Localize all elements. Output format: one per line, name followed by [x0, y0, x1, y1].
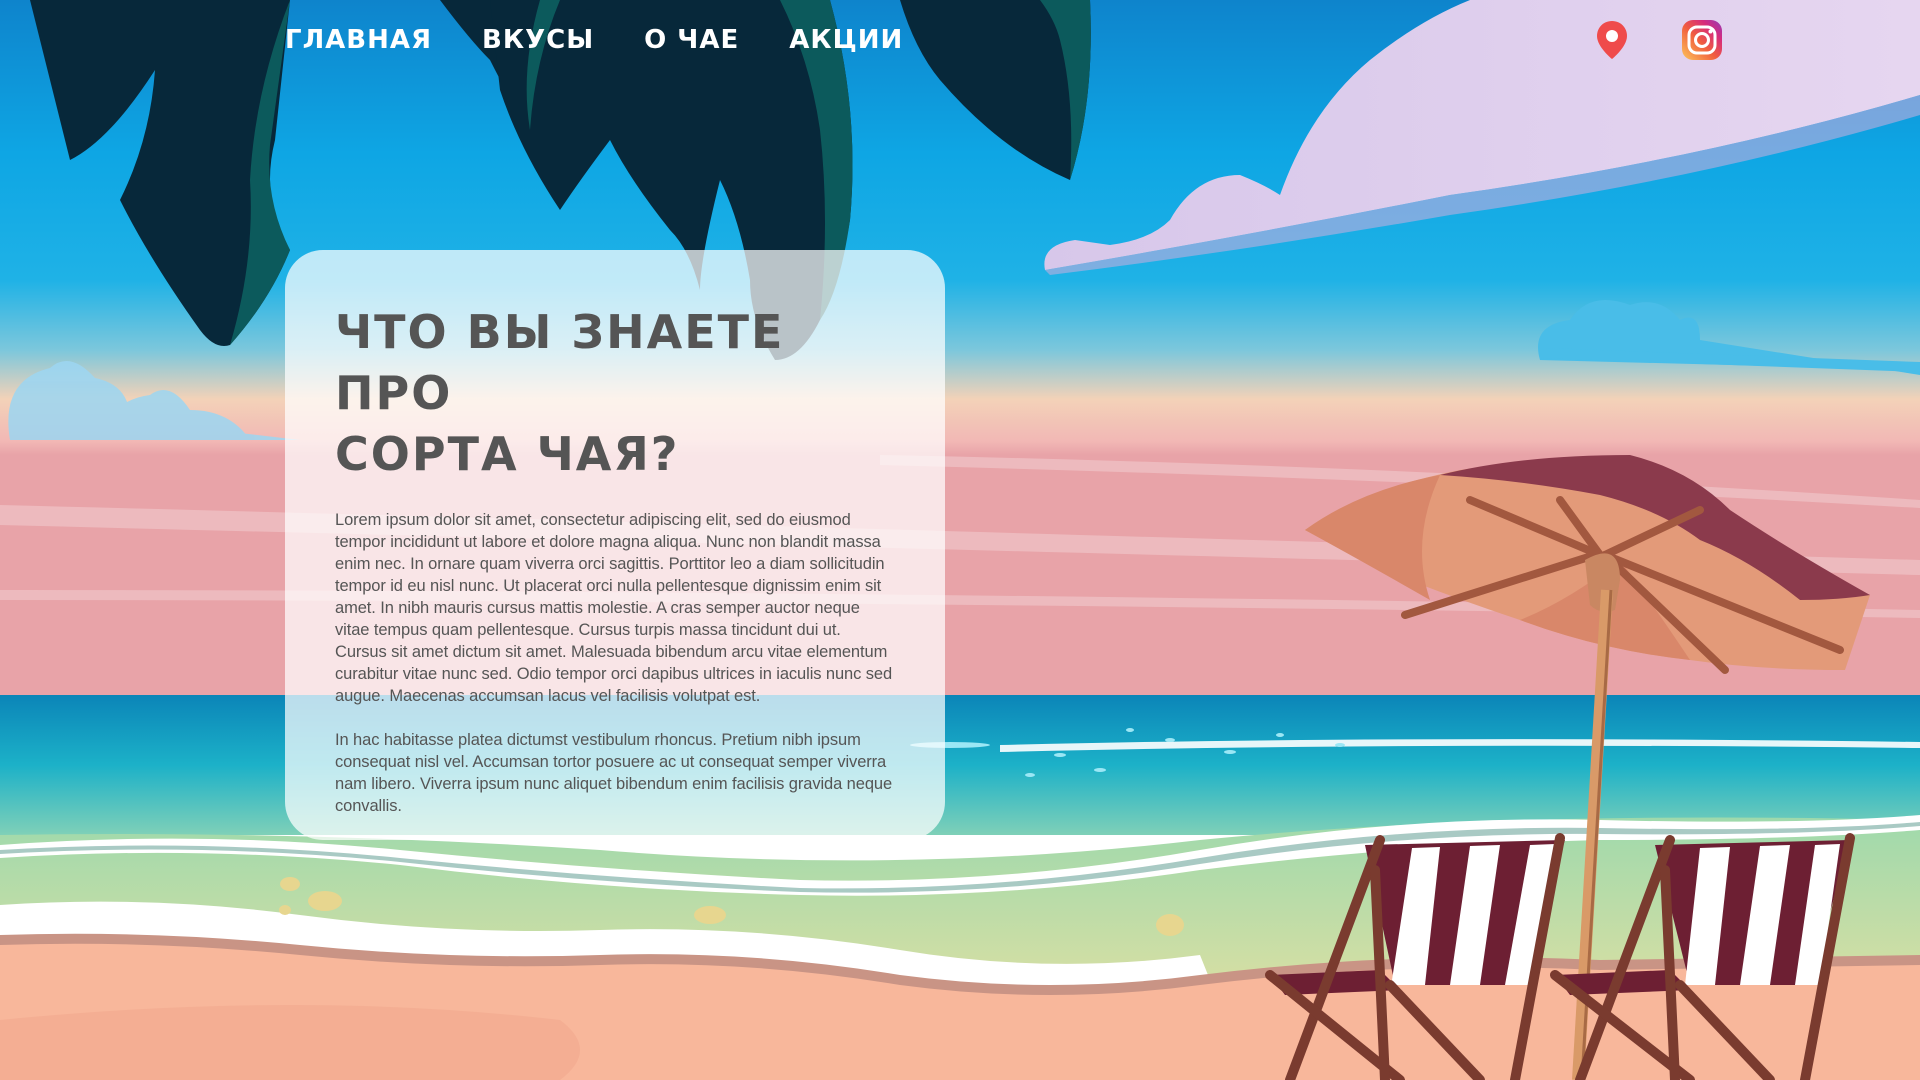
nav-item-flavors[interactable]: ВКУСЫ — [482, 22, 594, 58]
title-line-2: СОРТА ЧАЯ? — [335, 427, 680, 481]
title-line-1: ЧТО ВЫ ЗНАЕТЕ ПРО — [335, 305, 785, 420]
body-paragraph-1: Lorem ipsum dolor sit amet, consectetur … — [335, 511, 893, 705]
nav-item-about-tea[interactable]: О ЧАЕ — [644, 22, 739, 58]
nav-item-promotions[interactable]: АКЦИИ — [789, 22, 903, 58]
page-title: ЧТО ВЫ ЗНАЕТЕ ПРО СОРТА ЧАЯ? — [335, 302, 895, 485]
main-nav: ГЛАВНАЯ ВКУСЫ О ЧАЕ АКЦИИ — [285, 22, 903, 58]
nav-item-home[interactable]: ГЛАВНАЯ — [285, 22, 432, 58]
body-paragraph-2: In hac habitasse platea dictumst vestibu… — [335, 731, 893, 815]
instagram-icon[interactable] — [1680, 18, 1724, 62]
info-card: ЧТО ВЫ ЗНАЕТЕ ПРО СОРТА ЧАЯ? Lorem ipsum… — [285, 250, 945, 840]
map-pin-icon[interactable] — [1590, 18, 1634, 62]
